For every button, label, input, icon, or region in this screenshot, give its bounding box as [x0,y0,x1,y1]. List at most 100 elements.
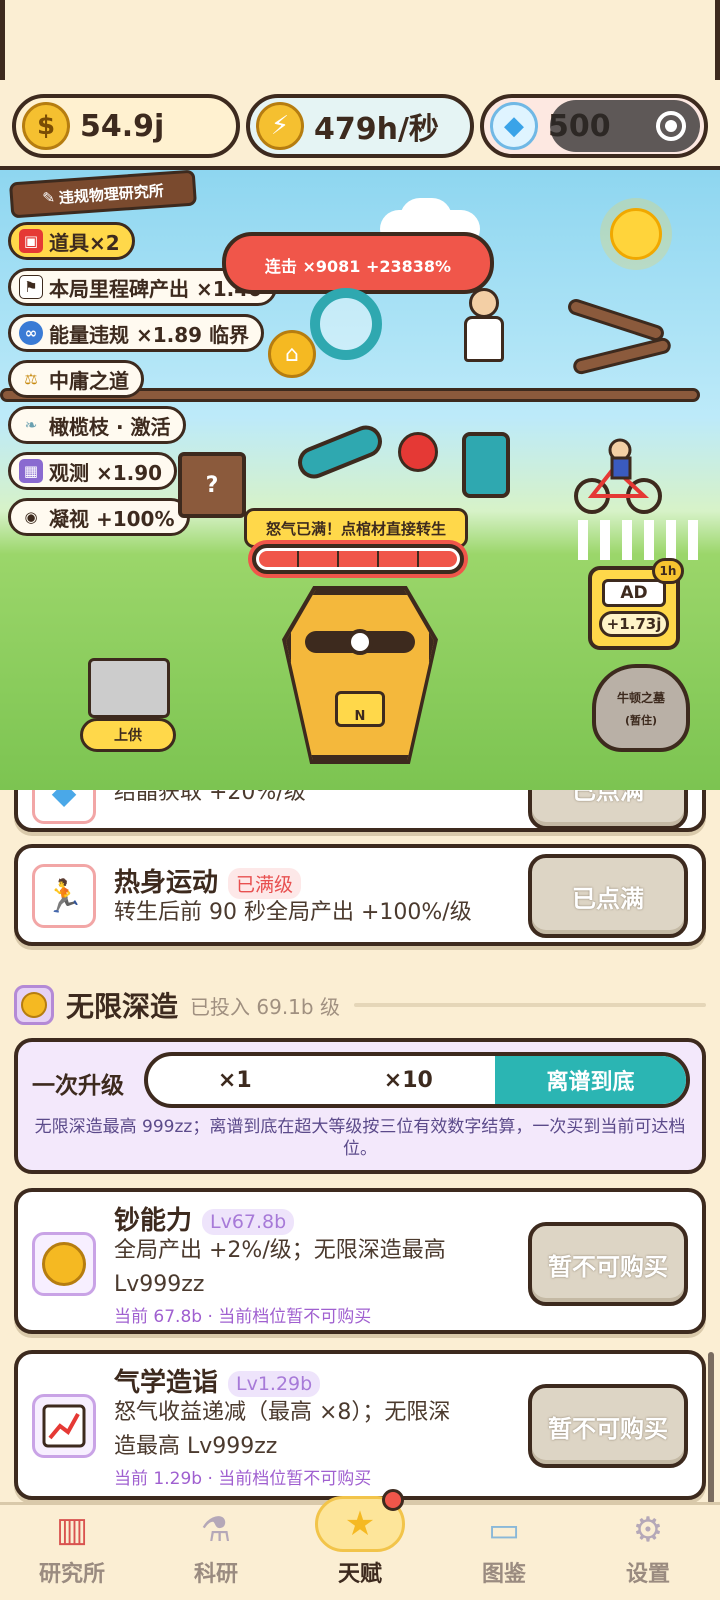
energy-counter[interactable]: ⚡ 479h/秒 [246,94,474,158]
buff-label: 中庸之道 [49,368,129,393]
factory-icon: ▥ [55,1510,89,1550]
gold-value: 54.9j [80,108,165,144]
ad-reward-amount: +1.73j [599,611,669,637]
fence [578,520,708,560]
runner-icon: 🏃 [32,864,96,928]
gear-icon: ⚙ [632,1510,664,1550]
talent-desc: Lv999zz [114,1272,205,1297]
ramp [565,296,667,344]
buy-button[interactable]: 暂不可购买 [528,1222,688,1306]
nav-research[interactable]: ⚗ 科研 [144,1505,288,1600]
bulk-upgrade-panel: 一次升级 ×1 ×10 离谱到底 无限深造最高 999zz；离谱到底在超大等级按… [14,1038,706,1174]
nav-talent[interactable]: ★ 天赋 [288,1489,432,1600]
bulk-option-x10[interactable]: ×10 [322,1056,496,1104]
nav-label: 科研 [193,1562,238,1587]
infinity-icon: ∞ [19,321,43,345]
microscope-icon: ⚗ [200,1510,232,1550]
ad-cooldown-badge: 1h [652,558,684,584]
bulk-segmented-control[interactable]: ×1 ×10 离谱到底 [144,1052,690,1108]
level-tag: Lv67.8b [202,1208,295,1235]
gold-counter[interactable]: $ 54.9j [12,94,240,158]
balance-scale-icon: ⚖ [24,370,38,388]
money-bag-icon: $ [22,102,70,150]
talent-name-text: 气学造诣 [114,1368,219,1398]
record-overlay[interactable] [550,100,700,152]
slot-machine-icon: ▦ [19,459,43,483]
coin-icon[interactable]: ⌂ [268,330,316,378]
combo-text: 连击 ×9081 +23838% [264,257,452,276]
section-header-infinite: 无限深造 已投入 69.1b 级 [14,980,706,1030]
bulk-option-max[interactable]: 离谱到底 [495,1056,686,1104]
ad-reward-button[interactable]: 1h AD +1.73j [588,558,684,650]
apple-icon[interactable] [398,432,438,472]
buff-items[interactable]: ▣ 道具×2 [8,222,135,260]
newton-tomb[interactable]: 牛顿之墓 (暂住) [592,664,690,752]
talent-card-warmup: 🏃 热身运动 已满级 转生后前 90 秒全局产出 +100%/级 已点满 [14,844,706,946]
buff-label: 能量违规 ×1.89 临界 [49,322,250,347]
buff-olive[interactable]: ❧ 橄榄枝 · 激活 [8,406,186,444]
maxed-button[interactable]: 已点满 [528,854,688,938]
talent-card-money: 钞能力 Lv67.8b 全局产出 +2%/级；无限深造最高 Lv999zz 当前 … [14,1188,706,1334]
nav-settings[interactable]: ⚙ 设置 [576,1505,720,1600]
ramp [571,336,673,376]
game-scene: ✎ 违规物理研究所 ▣ 道具×2 ⚑ 本局里程碑产出 ×1.40 ∞ 能量违规 … [0,170,720,790]
nav-label: 研究所 [38,1562,105,1587]
talent-desc: 全局产出 +2%/级；无限深造最高 [114,1238,446,1263]
top-strip [0,0,720,80]
vending-machine-icon[interactable] [462,432,510,498]
mystery-box[interactable]: ? [178,452,246,518]
buff-gaze[interactable]: ◉ 凝视 +100% [8,498,190,536]
talent-name-text: 钞能力 [114,1206,193,1236]
talent-desc: 造最高 Lv999zz [114,1434,278,1459]
nav-lab[interactable]: ▥ 研究所 [0,1505,144,1600]
buff-observe[interactable]: ▦ 观测 ×1.90 [8,452,178,490]
mystery-mark: ? [205,472,219,498]
crystal-icon: ◆ [32,790,96,824]
checkered-flag-icon: ⚑ [19,275,43,299]
sun-icon [610,208,662,260]
combo-banner: 连击 ×9081 +23838% [222,232,494,294]
energy-rate: 479h/秒 [314,112,439,147]
maxed-button[interactable]: 已点满 [528,790,688,830]
bulk-option-x1[interactable]: ×1 [148,1056,322,1104]
notification-dot [382,1489,404,1511]
coffin-plate-text: N [354,709,366,724]
offering-altar[interactable] [88,658,170,718]
nav-label: 设置 [625,1562,670,1587]
buy-button[interactable]: 暂不可购买 [528,1384,688,1468]
talent-name: 钞能力 Lv67.8b [114,1200,295,1237]
ad-label: AD [602,579,666,607]
offer-button-label: 上供 [114,728,142,744]
buff-energy[interactable]: ∞ 能量违规 ×1.89 临界 [8,314,265,352]
coin-icon [14,985,54,1025]
section-title: 无限深造 [66,990,179,1023]
talent-card-qi: 气学造诣 Lv1.29b 怒气收益递减（最高 ×8）；无限深 造最高 Lv999z… [14,1350,706,1500]
buff-label: 凝视 +100% [49,506,175,531]
diamond-icon: ◆ [490,102,538,150]
eye-icon: ◉ [24,508,38,526]
coffin-button[interactable]: N [286,590,434,760]
talent-list[interactable]: ◆ 结晶获取 +20%/级 已点满 🏃 热身运动 已满级 转生后前 90 秒全局产… [0,790,720,1502]
gold-coin-icon [32,1232,96,1296]
cannon-icon[interactable] [293,420,387,484]
buff-label: 道具×2 [49,230,120,255]
coffin-eye-icon [347,629,373,655]
scrollbar[interactable] [708,1352,714,1504]
level-tag: Lv1.29b [228,1370,321,1397]
lab-title: ✎ 违规物理研究所 [8,170,198,219]
bottom-nav: ▥ 研究所 ⚗ 科研 ★ 天赋 ▭ 图鉴 ⚙ 设置 [0,1489,720,1600]
rage-bar [252,544,464,574]
rage-bar-fill [259,551,457,567]
nav-codex[interactable]: ▭ 图鉴 [432,1505,576,1600]
talent-desc: 怒气收益递减（最高 ×8）；无限深 [114,1400,451,1425]
tomb-status: (暂住) [624,713,658,727]
section-invested: 已投入 69.1b 级 [190,994,340,1019]
offer-button[interactable]: 上供 [80,718,176,752]
buff-moderation[interactable]: ⚖ 中庸之道 [8,360,144,398]
magnifier-icon[interactable] [310,288,382,360]
record-icon [656,111,686,141]
talent-name: 热身运动 已满级 [114,862,302,899]
resource-bar: $ 54.9j ⚡ 479h/秒 ◆ 500 [0,80,720,170]
gem-counter[interactable]: ◆ 500 [480,94,708,158]
lightning-icon: ⚡ [256,102,304,150]
